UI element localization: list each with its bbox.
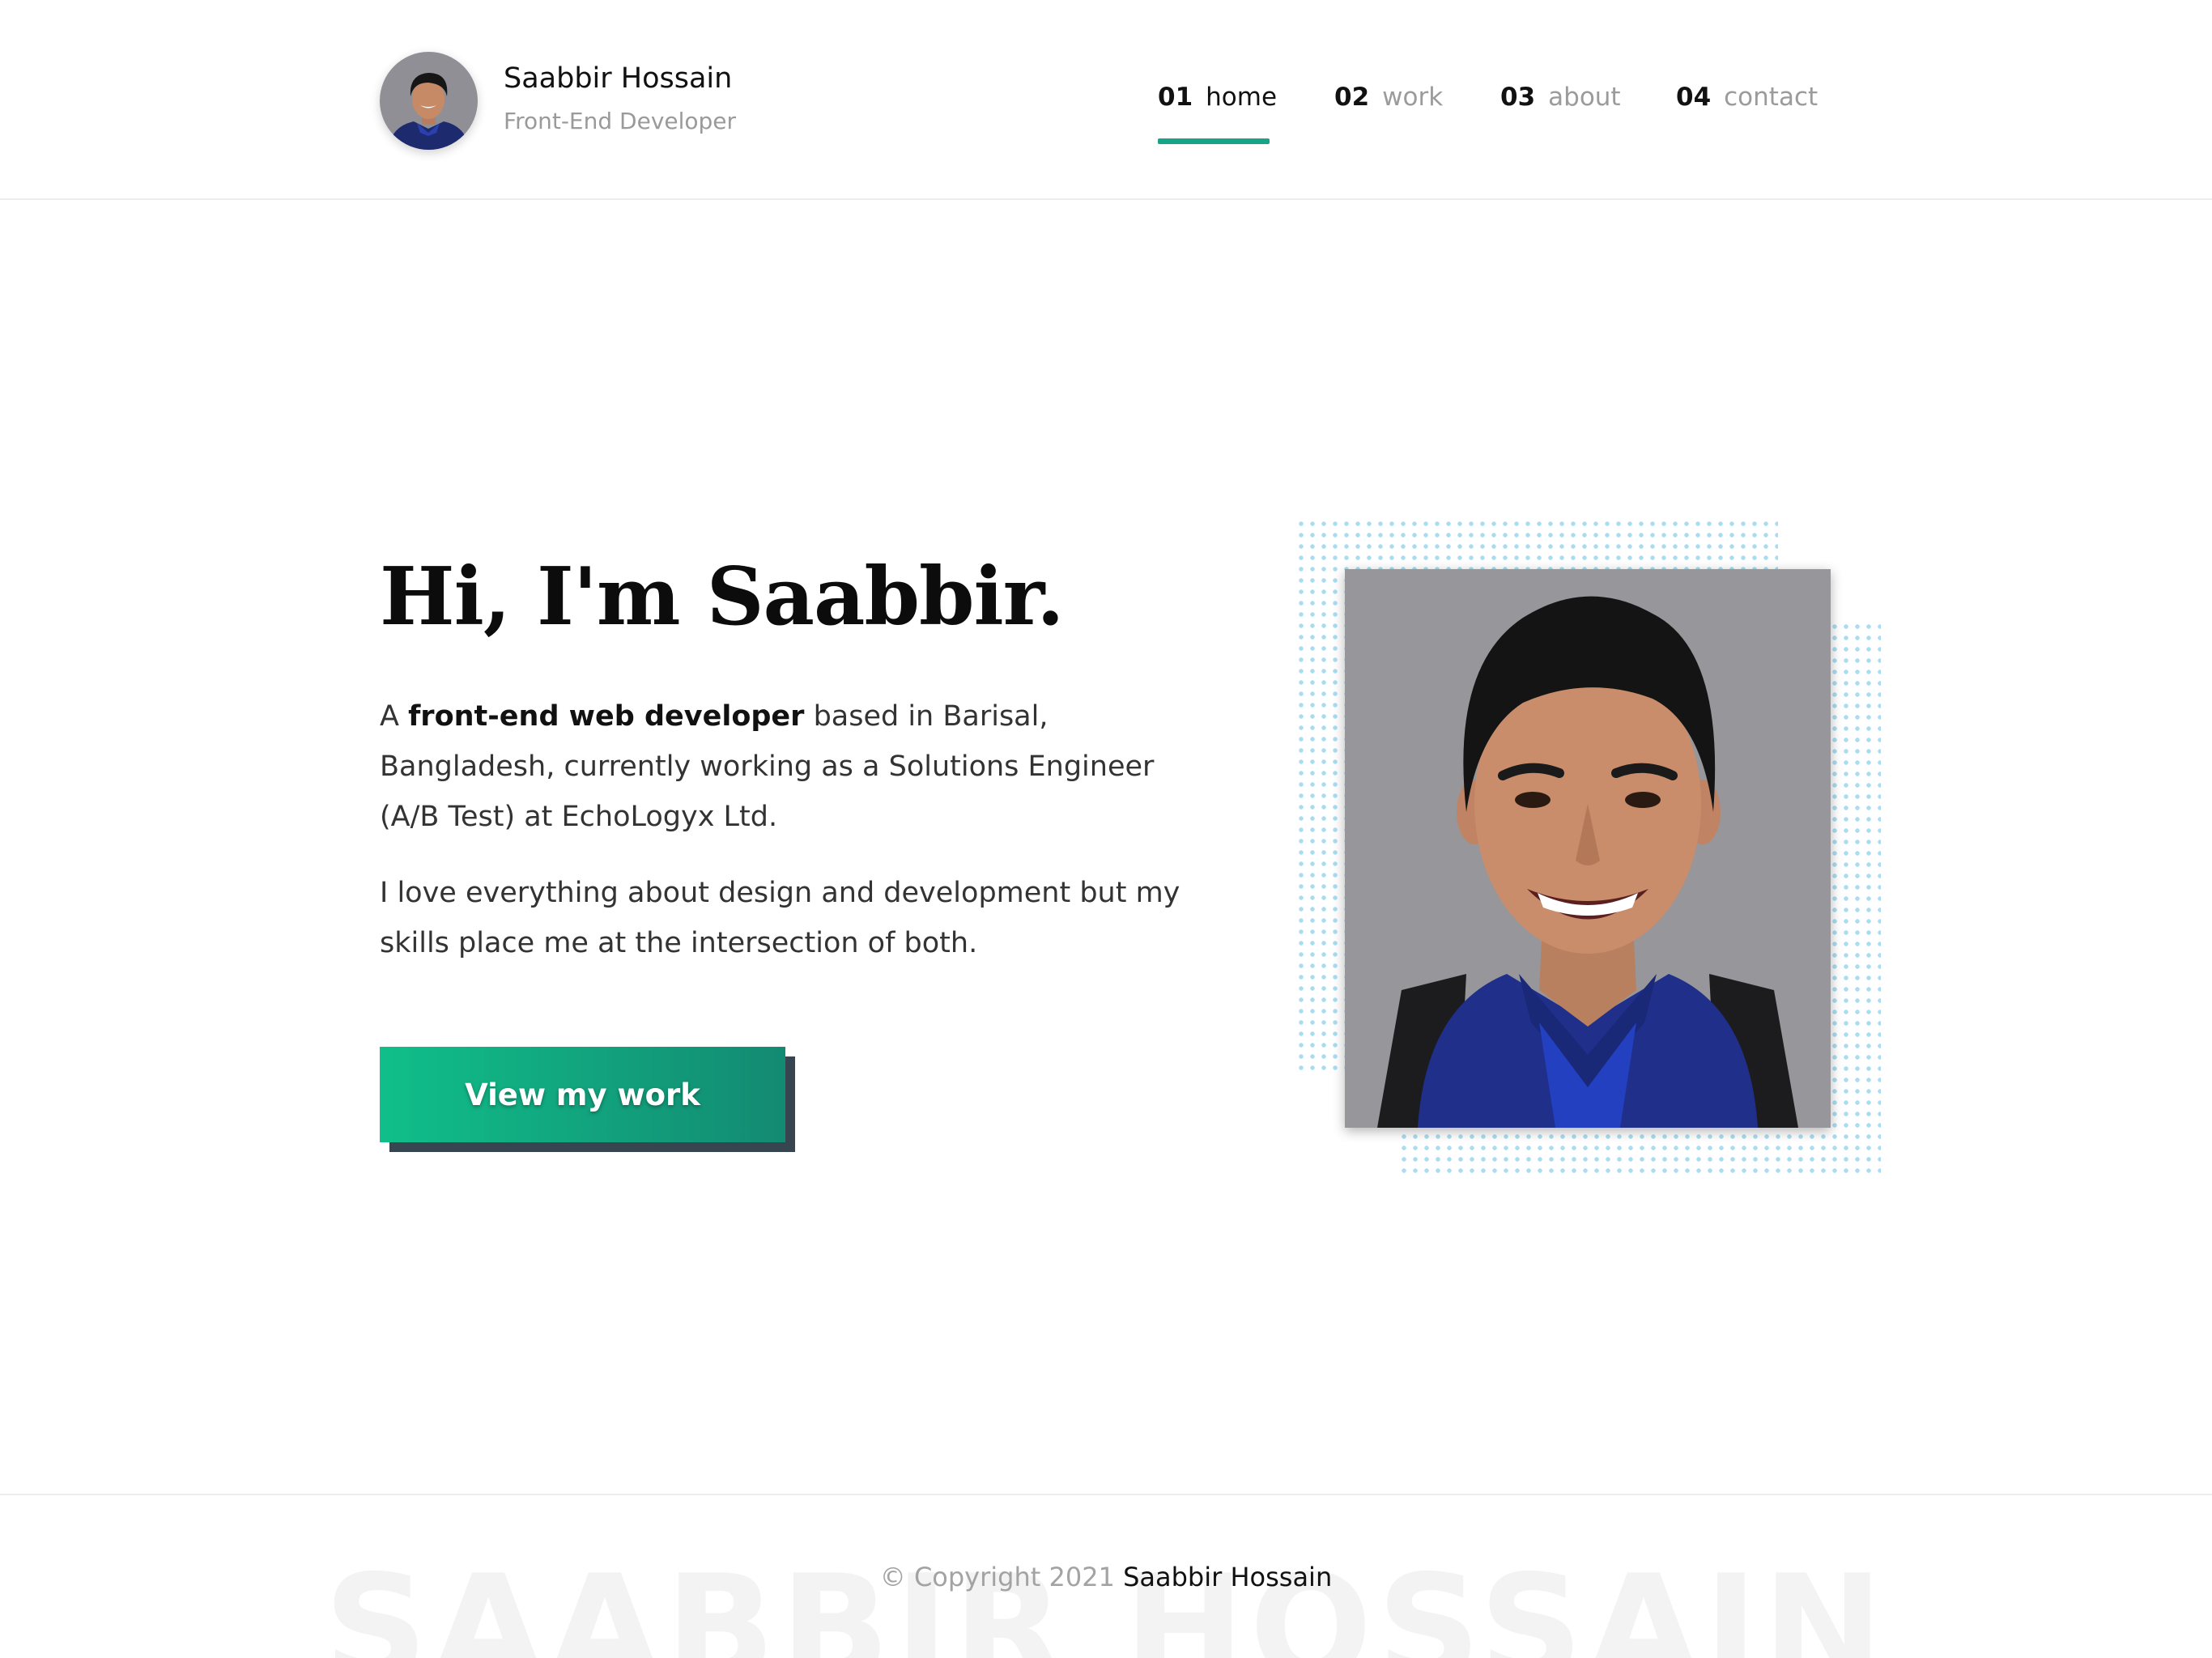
nav-home[interactable]: 01 home: [1158, 83, 1277, 112]
intro-highlight: front-end web developer: [408, 700, 805, 733]
nav-about-number: 03: [1500, 83, 1536, 112]
site-footer: SAABBIR HOSSAIN © Copyright 2021 Saabbir…: [0, 1494, 2212, 1658]
nav-about-label: about: [1548, 83, 1621, 112]
hero-title: Hi, I'm Saabbir.: [380, 551, 1065, 644]
nav-contact[interactable]: 04 contact: [1676, 83, 1818, 112]
nav-home-label: home: [1206, 83, 1278, 112]
brand-role: Front-End Developer: [504, 108, 737, 134]
portrait-photo: [1345, 569, 1831, 1128]
copyright-text: © Copyright 2021: [879, 1562, 1115, 1592]
site-header: Saabbir Hossain Front-End Developer 01 ho…: [0, 0, 2212, 200]
nav-home-number: 01: [1158, 83, 1193, 112]
view-work-button[interactable]: View my work: [380, 1047, 785, 1142]
copyright-owner: Saabbir Hossain: [1123, 1562, 1333, 1592]
nav-work-label: work: [1382, 83, 1444, 112]
nav-work[interactable]: 02 work: [1334, 83, 1443, 112]
nav-active-indicator: [1158, 138, 1270, 144]
intro-paragraph: A front-end web developer based in Baris…: [380, 691, 1197, 842]
footer-copyright: © Copyright 2021 Saabbir Hossain: [0, 1562, 2212, 1592]
nav-contact-number: 04: [1676, 83, 1712, 112]
intro-prefix: A: [380, 700, 409, 733]
brand-name[interactable]: Saabbir Hossain: [504, 62, 732, 95]
skills-paragraph: I love everything about design and devel…: [380, 877, 1180, 959]
avatar[interactable]: [380, 52, 478, 150]
nav-contact-label: contact: [1724, 83, 1819, 112]
nav-about[interactable]: 03 about: [1500, 83, 1621, 112]
nav-work-number: 02: [1334, 83, 1370, 112]
